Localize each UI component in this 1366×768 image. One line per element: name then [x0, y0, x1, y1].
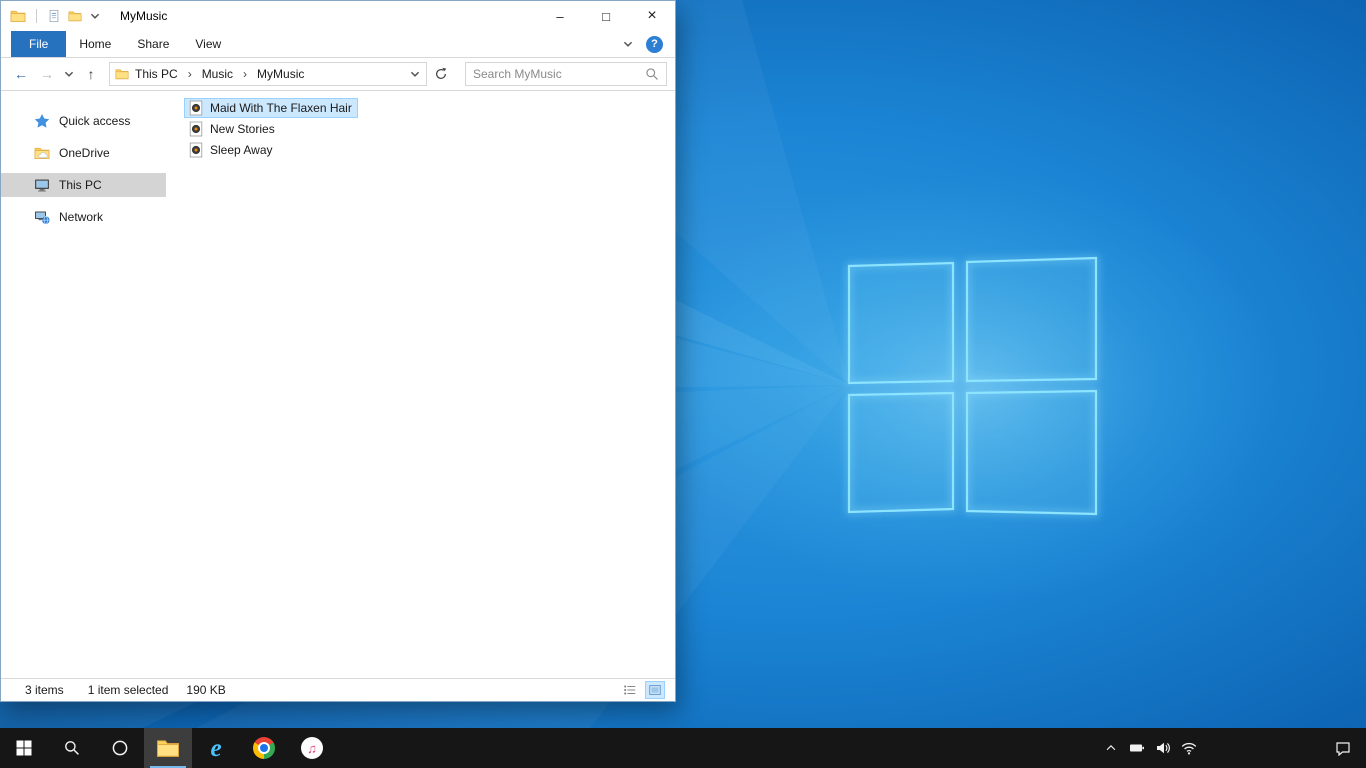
file-name: New Stories	[210, 122, 275, 136]
file-name: Sleep Away	[210, 143, 273, 157]
taskbar: e ♫	[0, 728, 1366, 768]
sidebar-item-label: Quick access	[59, 114, 131, 128]
window-title: MyMusic	[120, 9, 168, 23]
window-folder-icon	[10, 8, 26, 24]
window-controls: – □ ×	[537, 1, 675, 31]
onedrive-folder-icon	[34, 145, 50, 161]
titlebar: MyMusic – □ ×	[1, 1, 675, 31]
chrome-icon	[253, 737, 275, 759]
maximize-button[interactable]: □	[583, 1, 629, 31]
star-icon	[34, 113, 50, 129]
show-hidden-icons-chevron-icon[interactable]	[1098, 728, 1124, 768]
address-bar[interactable]: This PC › Music › MyMusic	[109, 62, 427, 86]
itunes-icon: ♫	[301, 737, 323, 759]
ribbon-tab-bar: File Home Share View ?	[1, 31, 675, 58]
file-item[interactable]: Maid With The Flaxen Hair	[184, 98, 358, 118]
recent-locations-chevron-icon[interactable]	[61, 61, 77, 87]
breadcrumb-this-pc[interactable]: This PC	[134, 67, 179, 81]
sidebar-item-label: Network	[59, 210, 104, 224]
address-folder-icon	[115, 67, 129, 81]
internet-explorer-icon: e	[210, 734, 222, 762]
desktop: MyMusic – □ × File Home Share View ? ← →…	[0, 0, 1366, 768]
sidebar-item-quick-access[interactable]: Quick access	[1, 109, 166, 133]
computer-icon	[34, 177, 50, 193]
details-view-icon[interactable]	[620, 681, 640, 699]
back-button[interactable]: ←	[9, 61, 33, 87]
start-button[interactable]	[0, 728, 48, 768]
media-file-icon	[188, 121, 204, 137]
taskbar-internet-explorer[interactable]: e	[192, 728, 240, 768]
wifi-icon[interactable]	[1176, 728, 1202, 768]
taskbar-chrome[interactable]	[240, 728, 288, 768]
system-tray	[1098, 728, 1366, 768]
window-body: Quick access OneDrive This PC Network Ma…	[1, 91, 675, 678]
file-name: Maid With The Flaxen Hair	[210, 101, 352, 115]
tab-view[interactable]: View	[182, 31, 234, 57]
volume-icon[interactable]	[1150, 728, 1176, 768]
sidebar-item-network[interactable]: Network	[1, 205, 166, 229]
sidebar-item-label: This PC	[59, 178, 102, 192]
breadcrumb-separator: ›	[187, 67, 192, 81]
address-dropdown-chevron-icon[interactable]	[409, 68, 421, 80]
toolbar-separator	[36, 9, 37, 23]
taskbar-file-explorer[interactable]	[144, 728, 192, 768]
file-item[interactable]: New Stories	[184, 119, 281, 139]
breadcrumb-separator: ›	[243, 67, 248, 81]
cortana-button[interactable]	[96, 728, 144, 768]
battery-icon[interactable]	[1124, 728, 1150, 768]
breadcrumb-music[interactable]: Music	[201, 67, 234, 81]
help-button[interactable]: ?	[646, 35, 663, 53]
taskbar-search-button[interactable]	[48, 728, 96, 768]
tab-home[interactable]: Home	[66, 31, 124, 57]
file-explorer-icon	[156, 736, 180, 760]
file-item[interactable]: Sleep Away	[184, 140, 279, 160]
new-folder-icon[interactable]	[68, 9, 82, 23]
sidebar-item-label: OneDrive	[59, 146, 110, 160]
breadcrumb-mymusic[interactable]: MyMusic	[256, 67, 305, 81]
status-bar: 3 items 1 item selected 190 KB	[1, 678, 675, 701]
close-button[interactable]: ×	[629, 1, 675, 31]
network-icon	[34, 209, 50, 225]
explorer-window: MyMusic – □ × File Home Share View ? ← →…	[0, 0, 676, 702]
action-center-icon[interactable]	[1320, 728, 1366, 768]
selection-size: 190 KB	[186, 683, 226, 697]
forward-button[interactable]: →	[35, 61, 59, 87]
view-switcher	[620, 681, 675, 699]
refresh-icon[interactable]	[429, 61, 453, 87]
tab-share[interactable]: Share	[124, 31, 182, 57]
tab-file[interactable]: File	[11, 31, 67, 57]
search-input[interactable]	[473, 67, 639, 81]
items-count: 3 items	[25, 683, 64, 697]
address-bar-row: ← → ↑ This PC › Music › MyMusic	[1, 58, 675, 91]
navigation-pane: Quick access OneDrive This PC Network	[1, 91, 166, 678]
sidebar-item-onedrive[interactable]: OneDrive	[1, 141, 166, 165]
windows-logo-icon	[16, 740, 32, 756]
sidebar-item-this-pc[interactable]: This PC	[1, 173, 166, 197]
selection-count: 1 item selected	[87, 683, 169, 697]
search-icon	[64, 740, 80, 756]
large-icons-view-icon[interactable]	[645, 681, 665, 699]
search-icon[interactable]	[645, 67, 659, 81]
media-file-icon	[188, 100, 204, 116]
media-file-icon	[188, 142, 204, 158]
properties-icon[interactable]	[47, 9, 61, 23]
search-box	[465, 62, 667, 86]
expand-ribbon-chevron-icon[interactable]	[622, 38, 634, 50]
file-list: Maid With The Flaxen Hair New Stories Sl…	[166, 91, 675, 678]
up-button[interactable]: ↑	[79, 61, 103, 87]
customize-toolbar-chevron-icon[interactable]	[89, 10, 101, 22]
minimize-button[interactable]: –	[537, 1, 583, 31]
quick-access-toolbar: MyMusic	[1, 8, 537, 24]
ribbon-right-controls: ?	[622, 31, 675, 57]
cortana-circle-icon	[112, 740, 128, 756]
taskbar-itunes[interactable]: ♫	[288, 728, 336, 768]
